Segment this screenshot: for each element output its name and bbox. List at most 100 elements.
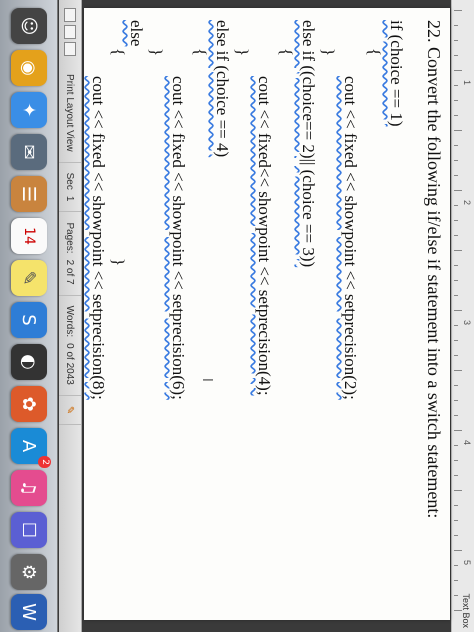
- ibeam-cursor-icon: I: [199, 378, 214, 382]
- ruler-tick: [454, 595, 458, 596]
- word-icon[interactable]: W: [11, 594, 47, 630]
- code-line: cout << fixed << showpoint << setprecisi…: [89, 76, 108, 400]
- system-preferences-icon[interactable]: ⚙: [11, 554, 47, 590]
- spelling-status[interactable]: ✎: [59, 395, 81, 426]
- ruler-tick: [454, 85, 458, 86]
- view-buttons[interactable]: [64, 0, 76, 64]
- view-label: Print Layout View: [64, 74, 76, 152]
- code-line: {: [109, 48, 128, 57]
- ruler-tick: [454, 565, 458, 566]
- ruler-tick: [454, 520, 458, 521]
- ruler-tick: [454, 310, 462, 311]
- draft-view-icon[interactable]: [64, 8, 76, 22]
- ruler-tick: [454, 130, 462, 131]
- ruler-tick: [454, 265, 458, 266]
- page-view-icon[interactable]: [64, 42, 76, 56]
- words-label: Words:: [64, 305, 76, 338]
- ruler-tick: [454, 370, 462, 371]
- mail-icon[interactable]: ✉: [11, 134, 47, 170]
- ruler-tick: [454, 580, 458, 581]
- ruler-tick: [454, 205, 458, 206]
- ruler-tick: [454, 70, 462, 71]
- code-line: {: [191, 48, 210, 57]
- ruler-tick: [454, 415, 458, 416]
- sec-label: Sec: [64, 172, 76, 190]
- ruler-number: 1: [462, 80, 472, 86]
- ruler-number: 4: [462, 440, 472, 446]
- ruler-tick: [454, 385, 458, 386]
- ruler-tick: [454, 295, 458, 296]
- ruler-tick: [454, 40, 458, 41]
- chrome-icon[interactable]: ◉: [11, 50, 47, 86]
- ruler-tick: [454, 190, 462, 191]
- code-line: {: [277, 48, 296, 57]
- notes-icon[interactable]: ✎: [11, 260, 47, 296]
- ruler-tick: [454, 250, 462, 251]
- ruler-tick: [454, 25, 458, 26]
- ruler-tick: [454, 160, 458, 161]
- outline-view-icon[interactable]: [64, 25, 76, 39]
- code-line: cout << fixed << showpoint << setprecisi…: [169, 76, 188, 400]
- photo-booth-icon[interactable]: ◐: [11, 344, 47, 380]
- ruler-tick: [454, 490, 462, 491]
- finder-icon[interactable]: ☺: [11, 8, 47, 44]
- code-line: }: [233, 48, 252, 57]
- ruler-tick: [454, 355, 458, 356]
- code-line: else: [127, 20, 146, 47]
- text-box-label[interactable]: Text Box: [461, 593, 471, 628]
- ruler-tick: [454, 460, 458, 461]
- pages-segment: Pages: 2 of 7: [59, 212, 81, 296]
- ruler-tick: [454, 475, 458, 476]
- horizontal-ruler[interactable]: 1 2 3 4 5 Text Box: [451, 0, 474, 632]
- sec-value: 1: [64, 195, 76, 202]
- ruler-number: 3: [462, 320, 472, 326]
- ibooks-icon[interactable]: ☐: [11, 512, 47, 548]
- view-label-segment: Print Layout View: [59, 64, 81, 163]
- code-line: else if ((choice== 2)|| (choice == 3)): [299, 20, 318, 268]
- ruler-tick: [454, 220, 458, 221]
- skype-icon[interactable]: S: [11, 302, 47, 338]
- question-text: 22. Convert the following if/else if sta…: [424, 20, 444, 519]
- ruler-number: 5: [462, 560, 472, 566]
- document-page[interactable]: 22. Convert the following if/else if sta…: [84, 8, 450, 620]
- ruler-tick: [454, 10, 462, 11]
- words-segment: Words: 0 of 2043: [59, 295, 81, 396]
- section-segment: Sec 1: [59, 162, 81, 213]
- ruler-tick: [454, 340, 458, 341]
- ruler-tick: [454, 430, 462, 431]
- code-line: }: [319, 48, 338, 57]
- app-store-icon[interactable]: A2: [11, 428, 51, 468]
- ruler-tick: [454, 535, 458, 536]
- calendar-day: 14: [21, 227, 37, 245]
- calendar-icon[interactable]: 14: [11, 218, 47, 254]
- spelling-check-icon[interactable]: ✎: [65, 406, 76, 414]
- code-line: cout << fixed<< showpoint << setprecisio…: [255, 76, 274, 396]
- ruler-tick: [454, 280, 458, 281]
- ruler-tick: [454, 55, 458, 56]
- ruler-tick: [454, 235, 458, 236]
- code-line: if (choice == 1): [387, 20, 406, 127]
- ruler-tick: [454, 325, 458, 326]
- safari-icon[interactable]: ✦: [11, 92, 47, 128]
- pages-value: 2 of 7: [64, 259, 76, 285]
- ruler-number: 2: [462, 200, 472, 206]
- pages-label: Pages:: [64, 222, 76, 254]
- contacts-icon[interactable]: ☰: [11, 176, 47, 212]
- code-line: else if (choice == 4): [213, 20, 232, 158]
- ruler-tick: [454, 175, 458, 176]
- ruler-tick: [454, 445, 458, 446]
- words-value: 0 of 2043: [64, 343, 76, 385]
- rotated-screen: 1 2 3 4 5 Text Box 22. Convert the follo…: [0, 0, 474, 632]
- itunes-icon[interactable]: ♫: [11, 470, 47, 506]
- ruler-tick: [454, 115, 458, 116]
- ruler-tick: [454, 100, 458, 101]
- code-line: }: [147, 48, 166, 57]
- ruler-tick: [454, 145, 458, 146]
- ruler-tick: [454, 505, 458, 506]
- ruler-tick: [454, 610, 462, 611]
- code-line: {: [365, 48, 384, 57]
- photos-icon[interactable]: ✿: [11, 386, 47, 422]
- code-line: }: [109, 258, 128, 267]
- app-store-badge: 2: [38, 456, 51, 468]
- status-bar: Print Layout View Sec 1 Pages: 2 of 7 Wo…: [59, 0, 82, 632]
